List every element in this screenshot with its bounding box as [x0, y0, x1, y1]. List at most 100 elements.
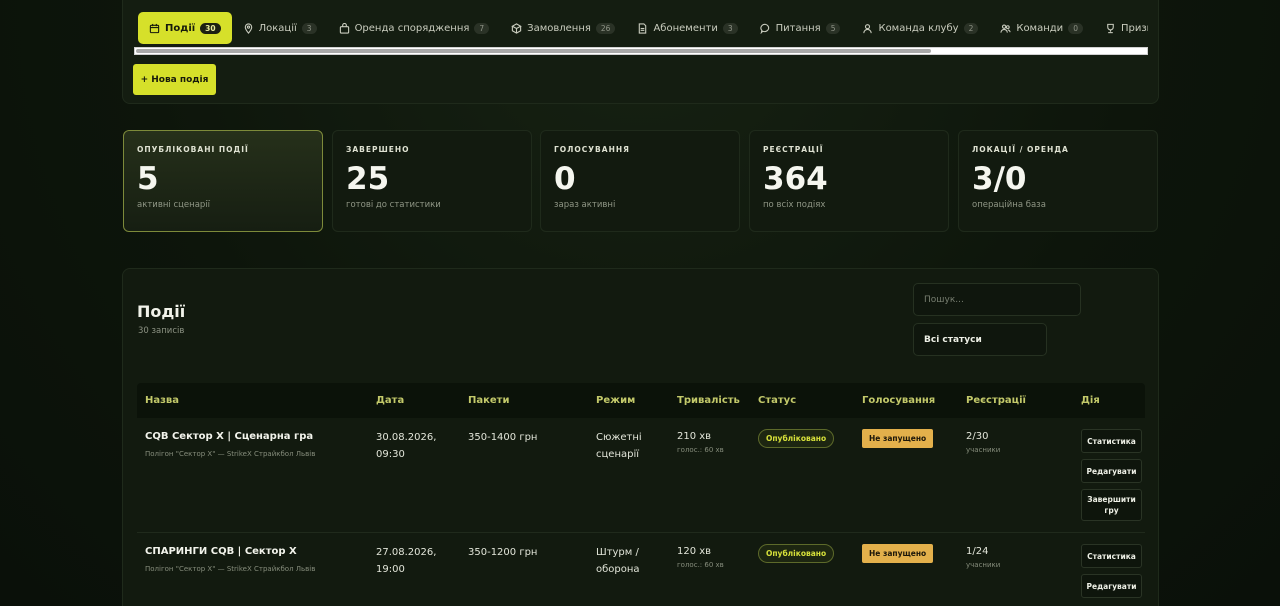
finish-game-button[interactable]: Завершити гру [1081, 489, 1142, 521]
stat-label: ОПУБЛІКОВАНІ ПОДІЇ [137, 145, 249, 154]
tab-orders[interactable]: Замовлення 26 [500, 12, 626, 44]
stat-value: 5 [137, 161, 159, 197]
stat-value: 0 [554, 161, 576, 197]
users-icon [1000, 23, 1011, 34]
event-location: Полігон "Сектор X" — StrikeX Страйкбол Л… [145, 450, 316, 458]
tab-count-badge: 0 [1068, 22, 1083, 34]
calendar-icon [149, 23, 160, 34]
tab-scrollbar[interactable] [134, 47, 1148, 55]
tab-questions[interactable]: Питання 5 [749, 12, 852, 44]
column-header-mode: Режим [596, 395, 636, 406]
event-vote-time: голос.: 60 хв [677, 561, 724, 569]
tab-events[interactable]: Події 30 [138, 12, 232, 44]
tab-label: Оренда спорядження [354, 22, 470, 34]
event-name[interactable]: СПАРИНГИ CQB | Сектор X [145, 543, 297, 560]
tab-label: Абонементи [653, 22, 718, 34]
voting-badge: Не запущено [862, 429, 934, 448]
status-badge: Опубліковано [758, 429, 835, 448]
tab-label: Команда клубу [878, 22, 959, 34]
column-header-packages: Пакети [468, 395, 510, 406]
stat-card-voting: ГОЛОСУВАННЯ 0 зараз активні [540, 130, 740, 232]
registrations-label: учасники [966, 561, 1001, 569]
tab-count-badge: 3 [301, 22, 317, 34]
event-mode-line2: оборона [596, 564, 640, 575]
trophy-icon [1105, 23, 1116, 34]
event-date: 27.08.2026, [376, 547, 437, 558]
event-time: 19:00 [376, 564, 405, 575]
statistics-button[interactable]: Статистика [1081, 544, 1142, 568]
tab-bar: Події 30 Локації 3 Оренда спорядження 7 … [138, 10, 1148, 46]
voting-badge: Не запущено [862, 544, 934, 563]
tab-count-badge: 2 [963, 22, 979, 34]
column-header-duration: Тривалість [677, 395, 740, 406]
tab-equipment-rental[interactable]: Оренда спорядження 7 [328, 12, 501, 44]
stat-sub: готові до статистики [346, 200, 441, 210]
new-event-button[interactable]: + Нова подія [133, 64, 216, 95]
event-mode-line2: сценарії [596, 449, 640, 460]
column-header-voting: Голосування [862, 395, 936, 406]
statistics-button[interactable]: Статистика [1081, 429, 1142, 453]
box-icon [511, 22, 522, 34]
tab-label: Питання [775, 22, 821, 34]
stat-card-locations-rental: ЛОКАЦІЇ / ОРЕНДА 3/0 операційна база [958, 130, 1158, 232]
map-pin-icon [243, 22, 254, 34]
user-icon [862, 23, 873, 34]
stat-value: 25 [346, 161, 390, 197]
tab-label: Замовлення [527, 22, 591, 34]
status-filter-select[interactable]: Всі статуси [913, 323, 1047, 356]
column-header-action: Дія [1081, 395, 1100, 406]
edit-button[interactable]: Редагувати [1081, 459, 1142, 483]
tab-teams[interactable]: Команди 0 [989, 12, 1094, 44]
tab-label: Команди [1016, 22, 1064, 34]
event-mode: Штурм / [596, 547, 639, 558]
event-registrations: 2/30 [966, 431, 989, 442]
events-count: 30 записів [138, 326, 185, 336]
event-packages: 350-1200 грн [468, 547, 538, 558]
tab-count-badge: 30 [200, 22, 221, 34]
column-header-date: Дата [376, 395, 405, 406]
tab-scrollbar-thumb[interactable] [136, 49, 931, 53]
column-header-status: Статус [758, 395, 797, 406]
stat-label: ГОЛОСУВАННЯ [554, 145, 630, 154]
search-input[interactable] [913, 283, 1081, 316]
registrations-label: учасники [966, 446, 1001, 454]
tab-label: Події [165, 22, 196, 34]
stat-label: РЕЄСТРАЦІЇ [763, 145, 824, 154]
chat-icon [759, 23, 771, 34]
event-duration: 120 хв [677, 546, 712, 557]
event-vote-time: голос.: 60 хв [677, 446, 724, 454]
tab-subscriptions[interactable]: Абонементи 3 [626, 12, 748, 44]
stat-sub: операційна база [972, 200, 1046, 210]
stat-label: ЛОКАЦІЇ / ОРЕНДА [972, 145, 1069, 154]
tab-prizes[interactable]: Призи 0 [1094, 12, 1148, 44]
bag-icon [339, 22, 350, 34]
stat-value: 3/0 [972, 161, 1027, 197]
events-title: Події [137, 302, 186, 321]
stat-card-completed: ЗАВЕРШЕНО 25 готові до статистики [332, 130, 532, 232]
status-badge: Опубліковано [758, 544, 835, 563]
stat-label: ЗАВЕРШЕНО [346, 145, 410, 154]
event-location: Полігон "Сектор X" — StrikeX Страйкбол Л… [145, 565, 316, 573]
column-header-name: Назва [145, 395, 180, 406]
event-packages: 350-1400 грн [468, 432, 538, 443]
stat-sub: активні сценарії [137, 200, 211, 210]
tab-locations[interactable]: Локації 3 [232, 12, 328, 44]
event-time: 09:30 [376, 449, 405, 460]
event-mode: Сюжетні [596, 432, 642, 443]
document-icon [637, 22, 648, 34]
tab-label: Призи [1120, 22, 1148, 34]
tab-label: Локації [258, 22, 297, 34]
stat-sub: зараз активні [554, 200, 616, 210]
tab-club-team[interactable]: Команда клубу 2 [851, 12, 989, 44]
edit-button[interactable]: Редагувати [1081, 574, 1142, 598]
stat-card-published: ОПУБЛІКОВАНІ ПОДІЇ 5 активні сценарії [123, 130, 323, 232]
tab-count-badge: 7 [474, 22, 490, 34]
event-registrations: 1/24 [966, 546, 989, 557]
tab-count-badge: 26 [595, 22, 616, 34]
stat-sub: по всіх подіях [763, 200, 826, 210]
tab-count-badge: 3 [722, 22, 738, 34]
event-date: 30.08.2026, [376, 432, 437, 443]
event-name[interactable]: CQB Сектор X | Сценарна гра [145, 428, 313, 445]
stat-card-registrations: РЕЄСТРАЦІЇ 364 по всіх подіях [749, 130, 949, 232]
event-duration: 210 хв [677, 431, 712, 442]
